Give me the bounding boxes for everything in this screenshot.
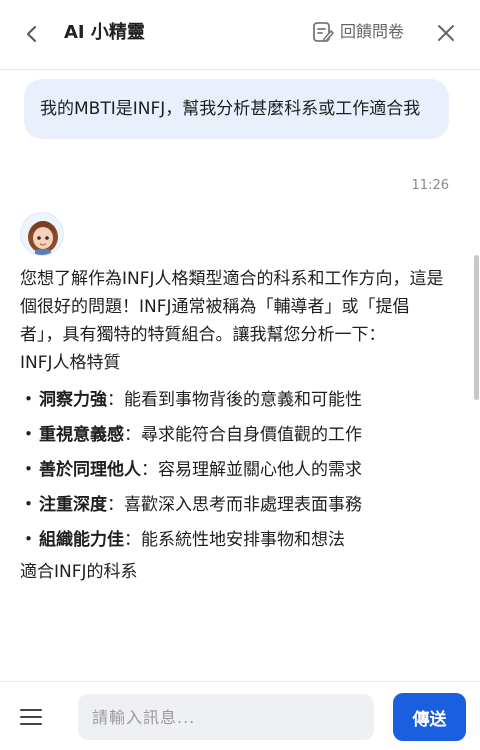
menu-icon (20, 709, 42, 711)
chevron-left-icon (27, 26, 36, 42)
trait-desc: ：容易理解並關心他人的需求 (141, 460, 362, 480)
bot-intro-text: 您想了解作為INFJ人格類型適合的科系和工作方向，這是個很好的問題！INFJ通常… (20, 269, 444, 345)
page-title: AI 小精靈 (64, 22, 145, 43)
close-button[interactable] (432, 19, 460, 47)
chat-area[interactable]: 我的MBTI是INFJ，幫我分析甚麼科系或工作適合我 11:26 您想了解作為I… (0, 71, 480, 681)
section-title: INFJ人格特質 (20, 353, 121, 373)
trait-name: 洞察力強 (39, 390, 107, 410)
section-title-majors: 適合INFJ的科系 (20, 562, 138, 582)
list-item: ・善於同理他人：容易理解並關心他人的需求 (20, 453, 450, 488)
menu-icon-line (20, 723, 42, 725)
menu-icon-line (20, 716, 42, 718)
trait-desc: ：喜歡深入思考而非處理表面事務 (107, 495, 362, 515)
bullet: ・ (20, 495, 37, 515)
feedback-label: 回饋問卷 (340, 22, 405, 41)
menu-button[interactable] (20, 703, 48, 731)
close-icon (438, 25, 454, 41)
list-item: ・注重深度：喜歡深入思考而非處理表面事務 (20, 488, 450, 523)
feedback-survey-button[interactable]: 回饋問卷 (312, 19, 404, 45)
bullet: ・ (20, 425, 37, 445)
list-item: ・洞察力強：能看到事物背後的意義和可能性 (20, 383, 450, 418)
trait-desc: ：能系統性地安排事物和想法 (124, 530, 345, 550)
send-button[interactable]: 傳送 (393, 693, 466, 741)
chat-header: AI 小精靈 回饋問卷 (0, 0, 480, 70)
trait-desc: ：尋求能符合自身價值觀的工作 (124, 425, 362, 445)
bullet: ・ (20, 530, 37, 550)
list-item: ・組織能力佳：能系統性地安排事物和想法 (20, 523, 450, 558)
user-message: 我的MBTI是INFJ，幫我分析甚麼科系或工作適合我 (24, 79, 449, 139)
list-item: ・重視意義感：尋求能符合自身價值觀的工作 (20, 418, 450, 453)
edit-form-icon (313, 22, 334, 42)
bot-avatar-image (21, 213, 63, 255)
bullet: ・ (20, 460, 37, 480)
trait-name: 善於同理他人 (39, 460, 141, 480)
trait-name: 組織能力佳 (39, 530, 124, 550)
message-timestamp: 11:26 (411, 178, 449, 193)
bullet: ・ (20, 390, 37, 410)
bot-message: 您想了解作為INFJ人格類型適合的科系和工作方向，這是個很好的問題！INFJ通常… (20, 265, 450, 586)
trait-name: 重視意義感 (39, 425, 124, 445)
trait-desc: ：能看到事物背後的意義和可能性 (107, 390, 362, 410)
avatar (20, 212, 64, 256)
message-input[interactable] (78, 694, 374, 740)
chat-footer: 傳送 (0, 681, 480, 750)
trait-name: 注重深度 (39, 495, 107, 515)
scrollbar[interactable] (474, 255, 479, 400)
back-button[interactable] (18, 20, 46, 48)
trait-list: ・洞察力強：能看到事物背後的意義和可能性 ・重視意義感：尋求能符合自身價值觀的工… (20, 383, 450, 558)
